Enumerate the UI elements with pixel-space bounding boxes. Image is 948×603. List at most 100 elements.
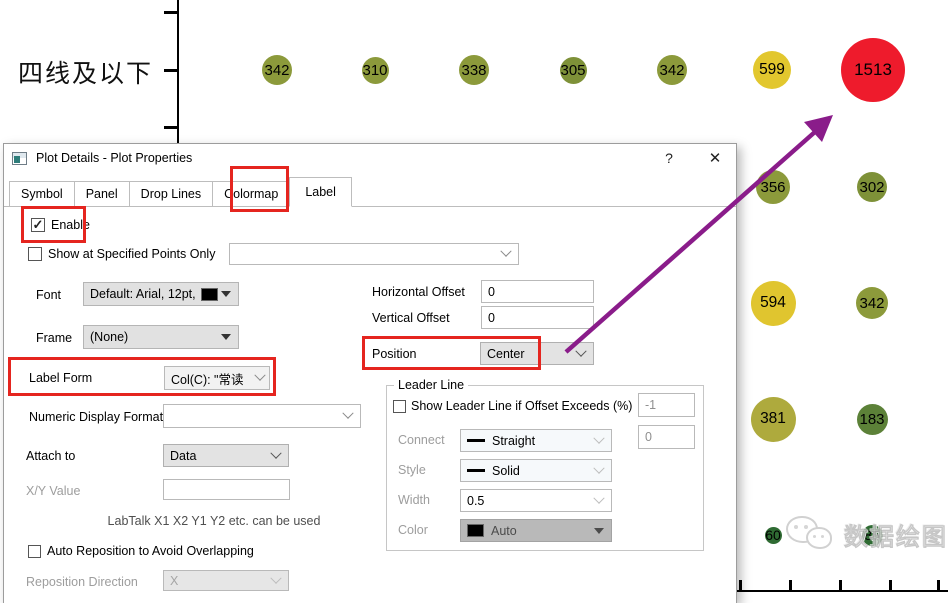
font-label: Font xyxy=(36,288,62,302)
y-axis-tick xyxy=(164,126,177,129)
tab-symbol[interactable]: Symbol xyxy=(9,181,75,207)
horizontal-offset-input[interactable] xyxy=(481,280,594,303)
width-value: 0.5 xyxy=(467,493,485,508)
x-axis-line xyxy=(735,590,948,592)
dropdown-arrow-icon xyxy=(221,291,231,297)
vertical-offset-input[interactable] xyxy=(481,306,594,329)
dialog-titlebar[interactable]: Plot Details - Plot Properties ? ✕ xyxy=(4,144,736,172)
chevron-down-icon xyxy=(500,245,512,257)
bubble-point: 356 xyxy=(756,170,790,204)
bubble-point: 1513 xyxy=(841,38,905,102)
auto-reposition-label: Auto Reposition to Avoid Overlapping xyxy=(47,544,254,558)
x-axis-tick xyxy=(739,580,742,590)
frame-label: Frame xyxy=(36,331,73,345)
chevron-down-icon xyxy=(270,447,282,459)
bubble-point: 342 xyxy=(856,287,888,319)
close-button[interactable]: ✕ xyxy=(700,146,730,170)
bubble-value-label: 342 xyxy=(659,61,685,79)
bubble-value-label: 60 xyxy=(765,527,781,543)
frame-value: (None) xyxy=(90,330,129,344)
bubble-point: 342 xyxy=(262,55,292,85)
font-color-swatch xyxy=(200,287,218,301)
attach-to-combo[interactable]: Data xyxy=(163,444,289,467)
watermark-text: 数据绘图 xyxy=(844,523,948,551)
horizontal-offset-label: Horizontal Offset xyxy=(372,285,465,299)
bubble-value-label: 381 xyxy=(760,410,786,427)
chevron-down-icon xyxy=(593,462,605,474)
y-axis-tick xyxy=(164,69,177,72)
show-at-specified-checkbox[interactable] xyxy=(28,247,42,261)
connect-label: Connect xyxy=(398,433,445,447)
solid-line-icon xyxy=(467,469,485,472)
vertical-offset-label: Vertical Offset xyxy=(372,311,450,325)
chevron-down-icon xyxy=(270,572,282,584)
wechat-logo-icon xyxy=(786,514,838,554)
xy-value-input[interactable] xyxy=(163,479,290,500)
connect-combo: Straight xyxy=(460,429,612,452)
style-label: Style xyxy=(398,463,426,477)
dropdown-arrow-icon xyxy=(594,527,604,534)
chevron-down-icon xyxy=(593,492,605,504)
style-value: Solid xyxy=(492,463,520,478)
bubble-point: 381 xyxy=(750,396,796,442)
leader-line-title: Leader Line xyxy=(394,378,469,392)
dropdown-arrow-icon xyxy=(221,334,231,340)
bubble-point: 183 xyxy=(856,403,888,435)
numeric-display-format-label: Numeric Display Format xyxy=(29,410,164,424)
numeric-display-format-combo[interactable] xyxy=(163,404,361,428)
attach-to-label: Attach to xyxy=(26,449,76,463)
color-combo: Auto xyxy=(460,519,612,542)
connect-value: Straight xyxy=(492,433,536,448)
annotation-box-label-form xyxy=(8,357,276,396)
width-combo: 0.5 xyxy=(460,489,612,512)
x-axis-tick xyxy=(789,580,792,590)
chevron-down-icon xyxy=(575,345,587,357)
offset-exceeds-input[interactable] xyxy=(638,393,695,417)
color-label: Color xyxy=(398,523,428,537)
color-value: Auto xyxy=(491,523,517,538)
bubble-value-label: 183 xyxy=(859,410,885,428)
annotation-box-enable xyxy=(21,206,86,243)
tab-baseline xyxy=(4,206,736,207)
straight-line-icon xyxy=(467,439,485,442)
show-leader-line-checkbox[interactable] xyxy=(393,400,406,413)
leader-second-input[interactable] xyxy=(638,425,695,449)
x-axis-tick xyxy=(889,580,892,590)
tab-strip: Symbol Panel Drop Lines Colormap Label xyxy=(9,177,352,207)
font-combo[interactable]: Default: Arial, 12pt, xyxy=(83,282,239,306)
bubble-point: 342 xyxy=(657,55,687,85)
x-axis-tick xyxy=(937,580,940,590)
bubble-point: 599 xyxy=(753,51,791,89)
y-axis-tick xyxy=(164,11,177,14)
frame-combo[interactable]: (None) xyxy=(83,325,239,349)
bubble-value-label: 594 xyxy=(760,294,786,311)
bubble-point: 594 xyxy=(750,280,796,326)
chevron-down-icon xyxy=(593,432,605,444)
bubble-point: 310 xyxy=(361,56,389,84)
help-button[interactable]: ? xyxy=(654,146,684,170)
dialog-title: Plot Details - Plot Properties xyxy=(36,151,193,165)
annotation-box-position xyxy=(362,336,541,370)
bubble-value-label: 342 xyxy=(859,294,885,312)
bubble-value-label: 599 xyxy=(759,61,785,78)
show-at-specified-label: Show at Specified Points Only xyxy=(48,247,216,261)
bubble-point: 302 xyxy=(857,172,887,202)
bubble-value-label: 338 xyxy=(461,61,487,79)
attach-to-value: Data xyxy=(170,448,197,463)
width-label: Width xyxy=(398,493,430,507)
bubble-value-label: 302 xyxy=(859,178,885,196)
bubble-value-label: 356 xyxy=(760,178,786,196)
tab-drop-lines[interactable]: Drop Lines xyxy=(128,181,214,207)
auto-reposition-checkbox[interactable] xyxy=(28,545,41,558)
screen: 四线及以下 342 310 338 305 342 599 1513 356 302 594 342… xyxy=(0,0,948,603)
app-icon xyxy=(12,151,27,165)
tab-label[interactable]: Label xyxy=(289,177,352,207)
tab-panel[interactable]: Panel xyxy=(73,181,130,207)
color-swatch xyxy=(467,524,484,537)
style-combo: Solid xyxy=(460,459,612,482)
reposition-direction-value: X xyxy=(170,573,179,588)
specified-points-combo[interactable] xyxy=(229,243,519,265)
bubble-value-label: 305 xyxy=(560,61,586,79)
watermark: 数据绘图 xyxy=(786,514,948,554)
y-axis-category-label: 四线及以下 xyxy=(18,59,154,88)
